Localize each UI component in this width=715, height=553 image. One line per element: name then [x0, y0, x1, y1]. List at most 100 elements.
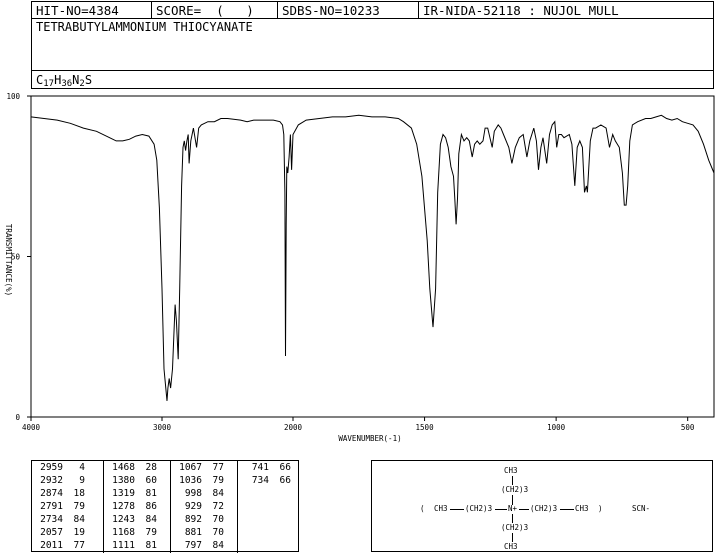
- x-axis: 4000 3000 2000 1500 1000 500: [22, 417, 695, 432]
- peak-wavenumber: 1036: [179, 475, 202, 486]
- peak-table-row: 2011 77: [35, 540, 85, 551]
- bond-line: [512, 514, 513, 523]
- peak-transmittance: 70: [212, 527, 224, 538]
- peak-table-row: 1067 77: [174, 462, 224, 473]
- peak-table-row: 881 70: [174, 527, 224, 538]
- peak-transmittance: 60: [145, 475, 157, 486]
- peak-wavenumber: 2057: [40, 527, 63, 538]
- peak-transmittance: 77: [212, 462, 224, 473]
- peak-wavenumber: 1380: [112, 475, 135, 486]
- peak-wavenumber: 1243: [112, 514, 135, 525]
- peak-table-row: 2791 79: [35, 501, 85, 512]
- peak-table-row: 1036 79: [174, 475, 224, 486]
- structure-open-paren: (: [420, 504, 425, 513]
- structure-right-ch3: CH3: [575, 504, 589, 513]
- peak-wavenumber: 929: [184, 501, 202, 512]
- structure-bottom-ch3: CH3: [504, 542, 518, 551]
- x-tick-label: 1000: [547, 423, 566, 432]
- peak-table-row: 1243 84: [107, 514, 157, 525]
- x-tick-label: 2000: [284, 423, 303, 432]
- peak-table-row: 1380 60: [107, 475, 157, 486]
- plot-frame: [30, 95, 715, 418]
- peak-transmittance: 86: [145, 501, 157, 512]
- y-tick-label: 100: [6, 92, 20, 101]
- peak-wavenumber: 1278: [112, 501, 135, 512]
- peak-table-row: 929 72: [174, 501, 224, 512]
- peak-table-row: 741 66: [241, 462, 291, 473]
- peak-transmittance: 4: [79, 462, 85, 473]
- peak-wavenumber: 2734: [40, 514, 63, 525]
- peak-wavenumber: 797: [184, 540, 202, 551]
- peak-wavenumber: 1319: [112, 488, 135, 499]
- peak-table-column: 1067 77 1036 79 998 84 929 72 892 70 881 70 797 84: [170, 461, 238, 553]
- peak-wavenumber: 1067: [179, 462, 202, 473]
- peak-transmittance: 77: [73, 540, 85, 551]
- peak-wavenumber: 881: [184, 527, 202, 538]
- structure-right-ch2: (CH2)3: [530, 504, 558, 513]
- peak-table-row: 1278 86: [107, 501, 157, 512]
- structure-top-ch3: CH3: [504, 466, 518, 475]
- peak-transmittance: 84: [212, 540, 224, 551]
- structure-top-ch2: (CH2)3: [501, 485, 529, 494]
- x-tick-label: 4000: [22, 423, 41, 432]
- ir-spectrum-chart: 4000 3000 2000 1500 1000 500 050100 WAVENUMBE…: [4, 92, 715, 443]
- bond-line: [450, 509, 464, 510]
- peak-table-row: 2932 9: [35, 475, 85, 486]
- peak-table-row: 2959 4: [35, 462, 85, 473]
- peak-table-column: 1468 28 1380 60 1319 81 1278 86 1243 84 1168 79 1111…: [103, 461, 171, 553]
- bond-line: [495, 509, 507, 510]
- peak-transmittance: 28: [145, 462, 157, 473]
- peak-wavenumber: 1168: [112, 527, 135, 538]
- peak-transmittance: 84: [212, 488, 224, 499]
- structure-nitrogen: N+: [508, 504, 518, 513]
- x-tick-label: 1500: [416, 423, 435, 432]
- peak-table-row: 1468 28: [107, 462, 157, 473]
- x-tick-label: 500: [681, 423, 695, 432]
- structure-close-paren: ): [598, 504, 603, 513]
- peak-wavenumber: 998: [184, 488, 202, 499]
- peak-wavenumber: 734: [251, 475, 269, 486]
- x-tick-label: 3000: [153, 423, 172, 432]
- peak-wavenumber: 2791: [40, 501, 63, 512]
- structure-bottom-ch2: (CH2)3: [501, 523, 529, 532]
- peak-transmittance: 79: [145, 527, 157, 538]
- peak-table-row: 1168 79: [107, 527, 157, 538]
- y-axis-label: TRANSMITTANCE(%): [4, 224, 13, 296]
- structure-diagram: CH3 (CH2)3 ( CH3 (CH2)3 N+ (CH2)3 CH3 ) …: [371, 460, 713, 552]
- x-axis-label: WAVENUMBER(-1): [338, 434, 401, 443]
- peak-transmittance: 9: [79, 475, 85, 486]
- bond-line: [560, 509, 574, 510]
- peak-wavenumber: 1468: [112, 462, 135, 473]
- peak-table-row: 2734 84: [35, 514, 85, 525]
- peak-table-row: 998 84: [174, 488, 224, 499]
- peak-table-column: 741 66 734 66: [237, 461, 299, 553]
- peak-transmittance: 84: [145, 514, 157, 525]
- peak-table-row: 892 70: [174, 514, 224, 525]
- peak-table-row: 1111 81: [107, 540, 157, 551]
- peak-transmittance: 72: [212, 501, 224, 512]
- peak-wavenumber: 2874: [40, 488, 63, 499]
- spectrum-line: [30, 114, 715, 401]
- structure-anion: SCN-: [632, 504, 651, 513]
- peak-wavenumber: 892: [184, 514, 202, 525]
- bond-line: [512, 533, 513, 542]
- peak-transmittance: 18: [73, 488, 85, 499]
- peak-table: 2959 4 2932 9 2874 18 2791 79 2734 84 2057 19 2011 77…: [31, 460, 299, 553]
- peak-transmittance: 19: [73, 527, 85, 538]
- peak-wavenumber: 2011: [40, 540, 63, 551]
- structure-left-ch2: (CH2)3: [465, 504, 493, 513]
- peak-table-column: 2959 4 2932 9 2874 18 2791 79 2734 84 2057 19 2011 77: [32, 461, 103, 553]
- peak-wavenumber: 2959: [40, 462, 63, 473]
- peak-table-row: 2057 19: [35, 527, 85, 538]
- structure-left-ch3: CH3: [434, 504, 448, 513]
- peak-table-row: 797 84: [174, 540, 224, 551]
- peak-transmittance: 79: [73, 501, 85, 512]
- peak-transmittance: 70: [212, 514, 224, 525]
- peak-transmittance: 66: [279, 475, 291, 486]
- peak-wavenumber: 1111: [112, 540, 135, 551]
- peak-wavenumber: 741: [251, 462, 269, 473]
- peak-transmittance: 84: [73, 514, 85, 525]
- peak-transmittance: 81: [145, 540, 157, 551]
- peak-transmittance: 79: [212, 475, 224, 486]
- peak-wavenumber: 2932: [40, 475, 63, 486]
